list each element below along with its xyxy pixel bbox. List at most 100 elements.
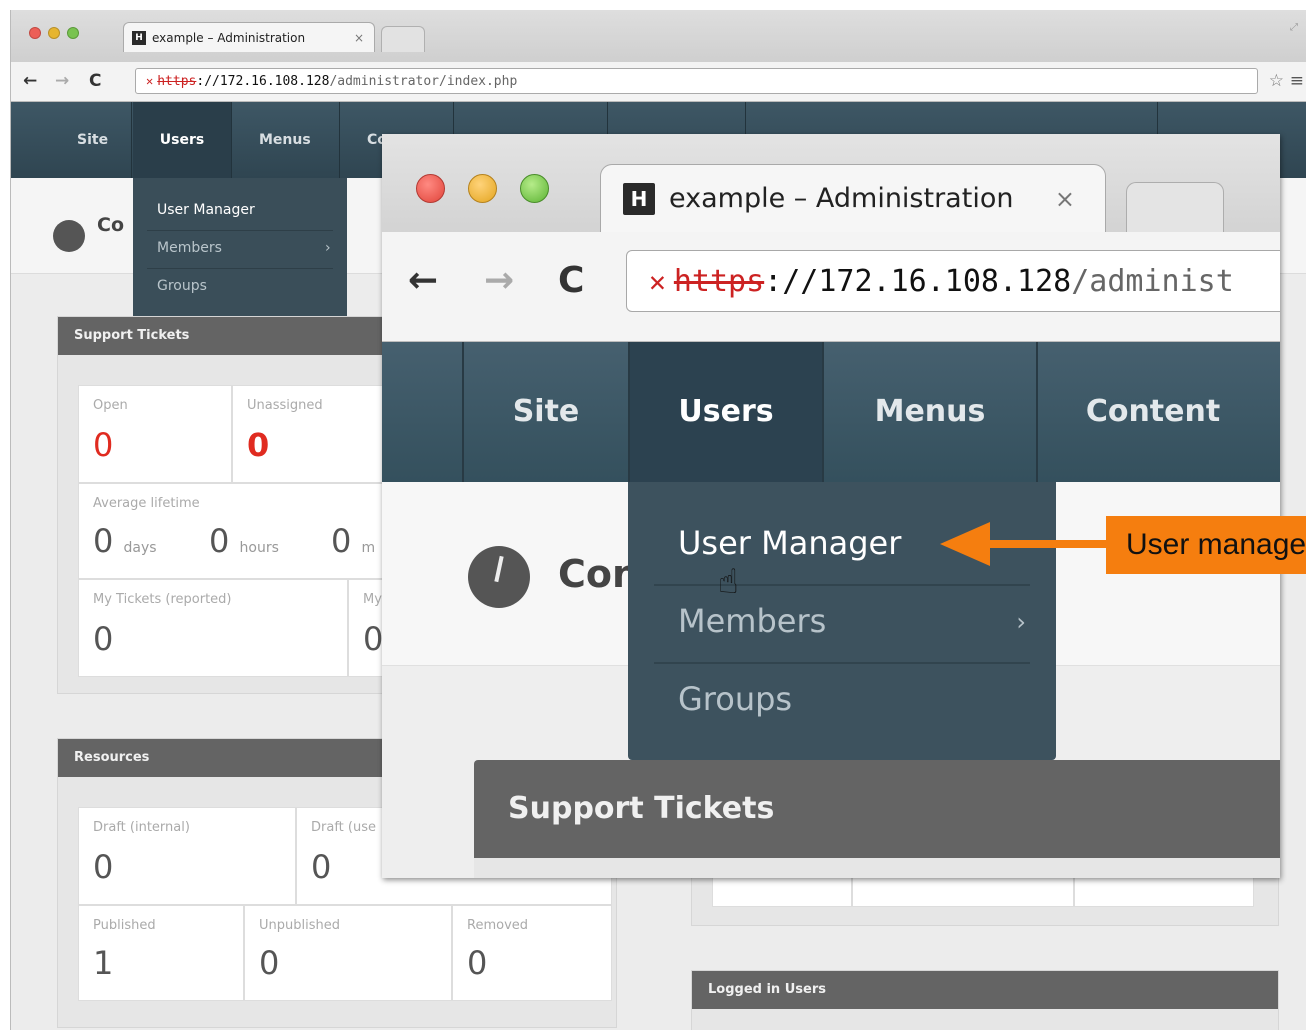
site-favicon-icon: H	[623, 182, 655, 215]
menu-divider	[147, 268, 333, 269]
nav-divider	[231, 102, 232, 178]
minutes-value: 0	[331, 522, 352, 560]
nav-divider	[339, 102, 340, 178]
close-window-button[interactable]	[29, 27, 41, 39]
bookmark-star-icon[interactable]: ☆	[1269, 71, 1284, 91]
forward-arrow-icon[interactable]: →	[484, 260, 514, 301]
fullscreen-icon[interactable]: ⤢	[1290, 22, 1298, 33]
close-window-button[interactable]	[416, 174, 445, 203]
stat-label: My Tickets (reported)	[93, 592, 232, 607]
stat-hours: 0 hours	[209, 522, 279, 560]
minimize-window-button[interactable]	[468, 174, 497, 203]
hours-unit: hours	[239, 540, 279, 556]
insecure-lock-icon: ✕	[649, 264, 666, 298]
url-scheme: https	[673, 263, 765, 299]
stat-value: 0	[247, 426, 270, 464]
nav-site[interactable]: Site	[464, 342, 628, 482]
site-favicon-icon: H	[132, 30, 146, 45]
tab-title: example – Administration	[152, 30, 306, 45]
url-host: ://172.16.108.128	[196, 73, 330, 89]
nav-menus[interactable]: Menus	[824, 342, 1036, 482]
nav-site[interactable]: Site	[77, 102, 108, 178]
nav-divider	[131, 102, 132, 178]
stat-my-tickets-reported[interactable]: My Tickets (reported) 0	[78, 579, 348, 677]
reload-icon[interactable]: C	[89, 71, 101, 91]
logged-in-users-panel: Logged in Users	[691, 970, 1279, 1030]
stat-removed[interactable]: Removed 0	[452, 905, 612, 1001]
stat-value: 0	[93, 426, 114, 464]
callout-arrowhead-icon	[940, 522, 990, 566]
users-dropdown-menu: User Manager Members › Groups	[133, 178, 347, 318]
menu-divider	[654, 662, 1030, 664]
stat-value: 1	[93, 944, 114, 982]
menu-item-members[interactable]: Members	[678, 602, 826, 640]
stat-published[interactable]: Published 1	[78, 905, 244, 1001]
url-path: /administ	[1071, 263, 1234, 299]
tab-close-icon[interactable]: ×	[1055, 185, 1075, 213]
stat-value: 0	[363, 620, 384, 658]
minimize-window-button[interactable]	[48, 27, 60, 39]
browser-tab[interactable]: H example – Administration ×	[123, 22, 375, 52]
maximize-window-button[interactable]	[520, 174, 549, 203]
zoomed-inset: H example – Administration × ← → C ✕ htt…	[382, 134, 1280, 878]
menu-item-members[interactable]: Members	[157, 240, 222, 256]
nav-users[interactable]: Users	[630, 342, 822, 482]
stat-open[interactable]: Open 0	[78, 385, 232, 483]
screenshot-stage: H example – Administration × ⤢ ← → C ✕ h…	[0, 0, 1306, 1030]
minutes-unit: m	[361, 540, 376, 556]
stat-days: 0 days	[93, 522, 157, 560]
stat-minutes: 0 m	[331, 522, 375, 560]
url-host: ://172.16.108.128	[764, 263, 1072, 299]
address-toolbar: ← → C ✕ https ://172.16.108.128 /adminis…	[11, 62, 1306, 102]
stat-draft-internal[interactable]: Draft (internal) 0	[78, 807, 296, 905]
maximize-window-button[interactable]	[67, 27, 79, 39]
nav-content[interactable]: Content	[1038, 342, 1268, 482]
forward-arrow-icon[interactable]: →	[55, 71, 69, 91]
stat-label: Draft (internal)	[93, 820, 190, 835]
menu-item-groups[interactable]: Groups	[678, 680, 792, 718]
menu-divider	[654, 584, 1030, 586]
tab-title: example – Administration	[669, 183, 1014, 214]
tab-strip: H example – Administration × ⤢	[11, 10, 1306, 62]
chevron-right-icon: ›	[1016, 608, 1026, 636]
browser-tab[interactable]: H example – Administration ×	[600, 164, 1106, 232]
support-tickets-panel-body	[474, 858, 1280, 878]
stat-label: Unassigned	[247, 398, 323, 413]
menu-item-user-manager[interactable]: User Manager	[157, 202, 255, 218]
stat-label: Draft (use	[311, 820, 376, 835]
page-title: Co	[97, 214, 124, 236]
new-tab-button[interactable]	[381, 26, 425, 52]
back-arrow-icon[interactable]: ←	[23, 71, 37, 91]
reload-icon[interactable]: C	[558, 260, 584, 301]
tab-close-icon[interactable]: ×	[354, 31, 364, 45]
callout-label: User manager	[1106, 516, 1306, 574]
hand-pointer-cursor-icon: ☝	[718, 562, 739, 602]
menu-divider	[147, 230, 333, 231]
new-tab-button[interactable]	[1126, 182, 1224, 232]
stat-label: Open	[93, 398, 128, 413]
stat-value: 0	[259, 944, 280, 982]
chevron-right-icon: ›	[325, 240, 331, 256]
stat-value: 0	[467, 944, 488, 982]
zoom-tab-strip: H example – Administration ×	[382, 134, 1280, 232]
address-bar[interactable]: ✕ https ://172.16.108.128 /administrator…	[135, 68, 1258, 94]
stat-unpublished[interactable]: Unpublished 0	[244, 905, 452, 1001]
stat-label: My	[363, 592, 382, 607]
back-arrow-icon[interactable]: ←	[408, 260, 438, 301]
users-dropdown-menu: User Manager Members › Groups	[628, 482, 1056, 760]
address-bar[interactable]: ✕ https ://172.16.108.128 /administ	[626, 250, 1280, 312]
stat-value: 0	[93, 620, 114, 658]
days-value: 0	[93, 522, 114, 560]
days-unit: days	[123, 540, 157, 556]
stat-value: 0	[311, 848, 332, 886]
menu-item-groups[interactable]: Groups	[157, 278, 207, 294]
insecure-lock-icon: ✕	[146, 74, 154, 88]
control-panel-gauge-icon	[468, 546, 530, 608]
menu-item-user-manager[interactable]: User Manager	[678, 524, 901, 562]
nav-users[interactable]: Users	[133, 102, 231, 178]
browser-menu-icon[interactable]: ≡	[1290, 71, 1304, 91]
nav-menus[interactable]: Menus	[259, 102, 311, 178]
stat-label: Unpublished	[259, 918, 340, 933]
support-tickets-panel-header: Support Tickets	[474, 760, 1280, 858]
hours-value: 0	[209, 522, 230, 560]
